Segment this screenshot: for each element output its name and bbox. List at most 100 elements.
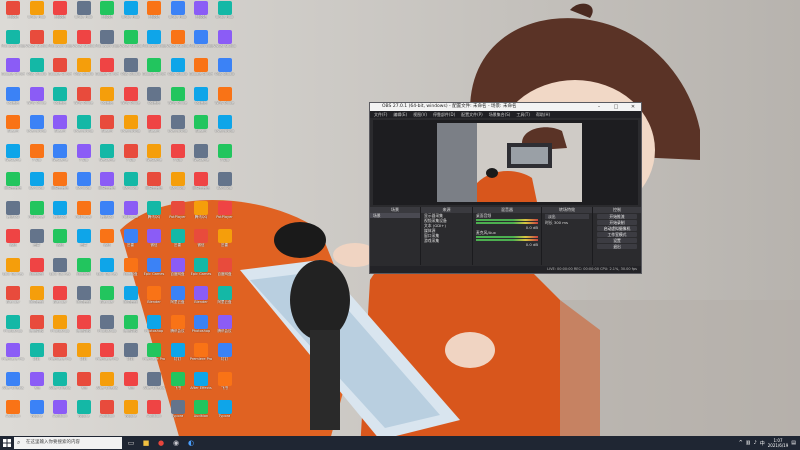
desktop-shortcut[interactable]: 微信 — [95, 229, 119, 257]
desktop-shortcut[interactable]: 钉钉 — [166, 343, 190, 371]
desktop-shortcut[interactable]: Audition — [142, 400, 166, 428]
desktop-shortcut[interactable]: 回收站 — [1, 1, 25, 29]
desktop-shortcut[interactable]: Epic Games — [142, 257, 166, 286]
menu-file[interactable]: 文件(F) — [374, 111, 387, 118]
desktop-shortcut[interactable]: After Effects — [142, 371, 166, 400]
obs-window[interactable]: OBS 27.0.1 (64-bit, windows) - 配置文件: 未命名… — [369, 102, 642, 274]
desktop-shortcut[interactable]: Bandizip — [213, 172, 237, 200]
obs-preview[interactable] — [373, 120, 638, 205]
desktop-shortcut[interactable]: 回收站 — [189, 1, 213, 29]
desktop-shortcut[interactable]: 网易云音乐 — [1, 172, 25, 200]
desktop-shortcut[interactable]: Everything — [166, 115, 190, 143]
desktop-shortcut[interactable]: After Effects — [1, 371, 25, 400]
desktop-shortcut[interactable]: 回收站 — [48, 1, 72, 29]
desktop-shortcut[interactable]: 腾讯会议 — [166, 314, 190, 343]
desktop-shortcut[interactable]: Blender — [95, 286, 119, 314]
desktop-shortcut[interactable]: Unity Hub — [166, 1, 190, 29]
desktop-shortcut[interactable]: WeGame — [95, 143, 119, 172]
desktop-shortcut[interactable]: PotPlayer — [25, 200, 49, 229]
notification-icon[interactable]: ▤ — [791, 440, 796, 446]
desktop-shortcut[interactable]: QQ音乐 — [48, 86, 72, 115]
desktop-shortcut[interactable]: Bandizip — [119, 172, 143, 200]
desktop-shortcut[interactable]: Visual Studio — [72, 29, 96, 58]
desktop-shortcut[interactable]: Epic Games — [48, 257, 72, 286]
transition-select[interactable]: 淡出 — [545, 214, 589, 219]
desktop-shortcut[interactable]: Premiere Pro — [1, 343, 25, 371]
desktop-shortcut[interactable]: WeGame — [142, 143, 166, 172]
desktop-shortcut[interactable]: WeGame — [48, 143, 72, 172]
desktop-shortcut[interactable]: Unity Hub — [25, 1, 49, 29]
desktop-shortcut[interactable]: Typora — [25, 400, 49, 428]
desktop-shortcut[interactable]: Premiere Pro — [189, 343, 213, 371]
desktop-shortcut[interactable]: 腾讯会议 — [72, 314, 96, 343]
desktop-shortcut[interactable]: 迅雷 — [119, 229, 143, 257]
desktop-shortcut[interactable]: Google Chrome — [95, 58, 119, 86]
desktop-shortcut[interactable]: 飞书 — [72, 371, 96, 400]
desktop-shortcut[interactable]: QQ音乐 — [95, 86, 119, 115]
desktop-shortcut[interactable]: 阿里云盘 — [119, 286, 143, 314]
edge-icon[interactable]: ◐ — [185, 437, 197, 449]
desktop-shortcut[interactable]: 迅雷 — [213, 229, 237, 257]
minimize-icon[interactable]: – — [591, 103, 607, 111]
desktop-shortcut[interactable]: 回收站 — [95, 1, 119, 29]
transition-duration[interactable]: 时长 300 ms — [542, 220, 592, 225]
task-view-icon[interactable]: ▭ — [125, 437, 137, 449]
desktop-shortcut[interactable]: Unity Hub — [119, 1, 143, 29]
desktop-shortcut[interactable]: QQ音乐 — [1, 86, 25, 115]
menu-view[interactable]: 视图(V) — [413, 111, 427, 118]
desktop-shortcut[interactable]: 腾讯QQ — [142, 200, 166, 229]
desktop-shortcut[interactable]: Unity Hub — [72, 1, 96, 29]
studio-mode-button[interactable]: 工作室模式 — [597, 232, 637, 237]
desktop-shortcut[interactable]: 飞书 — [119, 371, 143, 400]
desktop-shortcut[interactable]: 微信 — [189, 229, 213, 257]
file-explorer-icon[interactable]: ■ — [140, 437, 152, 449]
desktop-shortcut[interactable]: 飞书 — [213, 371, 237, 400]
start-button[interactable] — [0, 436, 14, 450]
desktop-shortcut[interactable]: PotPlayer — [166, 200, 190, 229]
menu-docks[interactable]: 停靠部件(D) — [433, 111, 455, 118]
menu-edit[interactable]: 编辑(E) — [393, 111, 407, 118]
desktop-shortcut[interactable]: Steam — [95, 115, 119, 143]
desktop-shortcut[interactable]: Microsoft Edge — [48, 29, 72, 58]
desktop-shortcut[interactable]: 网易云音乐 — [142, 172, 166, 200]
desktop-shortcut[interactable]: WeGame — [189, 143, 213, 172]
desktop-shortcut[interactable]: Microsoft Edge — [189, 29, 213, 58]
desktop-shortcut[interactable]: Steam — [142, 115, 166, 143]
desktop-shortcut[interactable]: Visual Studio — [213, 29, 237, 58]
clock[interactable]: 1:07 2021/6/19 — [768, 438, 789, 448]
desktop-shortcut[interactable]: 百度网盘 — [213, 257, 237, 286]
network-icon[interactable]: ▥ — [746, 440, 751, 446]
menu-tools[interactable]: 工具(T) — [516, 111, 530, 118]
desktop-shortcut[interactable]: Typora — [213, 400, 237, 428]
desktop-shortcut[interactable]: Everything — [25, 115, 49, 143]
desktop-shortcut[interactable]: Epic Games — [95, 257, 119, 286]
desktop-shortcut[interactable]: 网易云音乐 — [189, 172, 213, 200]
desktop-shortcut[interactable]: Bandizip — [166, 172, 190, 200]
desktop-shortcut[interactable]: 迅雷 — [166, 229, 190, 257]
desktop-shortcut[interactable]: Epic Games — [189, 257, 213, 286]
desktop-shortcut[interactable]: 腾讯QQ — [48, 200, 72, 229]
desktop-shortcut[interactable]: 阿里云盘 — [213, 286, 237, 314]
desktop-shortcut[interactable]: Typora — [119, 400, 143, 428]
desktop-shortcut[interactable]: QQ音乐 — [189, 86, 213, 115]
desktop-shortcut[interactable]: Steam — [1, 115, 25, 143]
virtual-camera-button[interactable]: 启动虚拟摄像机 — [597, 226, 637, 231]
desktop-shortcut[interactable]: 7-Zip — [72, 143, 96, 172]
desktop-shortcut[interactable]: Photoshop — [189, 314, 213, 343]
desktop-shortcut[interactable]: WeGame — [1, 143, 25, 172]
desktop-shortcut[interactable]: 阿里云盘 — [25, 286, 49, 314]
menu-profile[interactable]: 配置文件(P) — [461, 111, 483, 118]
desktop-shortcut[interactable]: 7-Zip — [25, 143, 49, 172]
desktop-shortcut[interactable]: OBS Studio — [213, 58, 237, 86]
desktop-shortcut[interactable]: Microsoft Edge — [142, 29, 166, 58]
desktop-shortcut[interactable]: Blender — [189, 286, 213, 314]
desktop-shortcut[interactable]: 阿里云盘 — [166, 286, 190, 314]
desktop-shortcut[interactable]: 7-Zip — [213, 143, 237, 172]
desktop-shortcut[interactable]: 腾讯会议 — [213, 314, 237, 343]
desktop-shortcut[interactable]: 微信 — [48, 229, 72, 257]
desktop-shortcut[interactable]: WPS Office — [166, 86, 190, 115]
desktop-shortcut[interactable]: Google Chrome — [1, 58, 25, 86]
desktop-shortcut[interactable]: 腾讯QQ — [95, 200, 119, 229]
desktop-shortcut[interactable]: OBS Studio — [72, 58, 96, 86]
desktop-shortcut[interactable]: QQ音乐 — [142, 86, 166, 115]
